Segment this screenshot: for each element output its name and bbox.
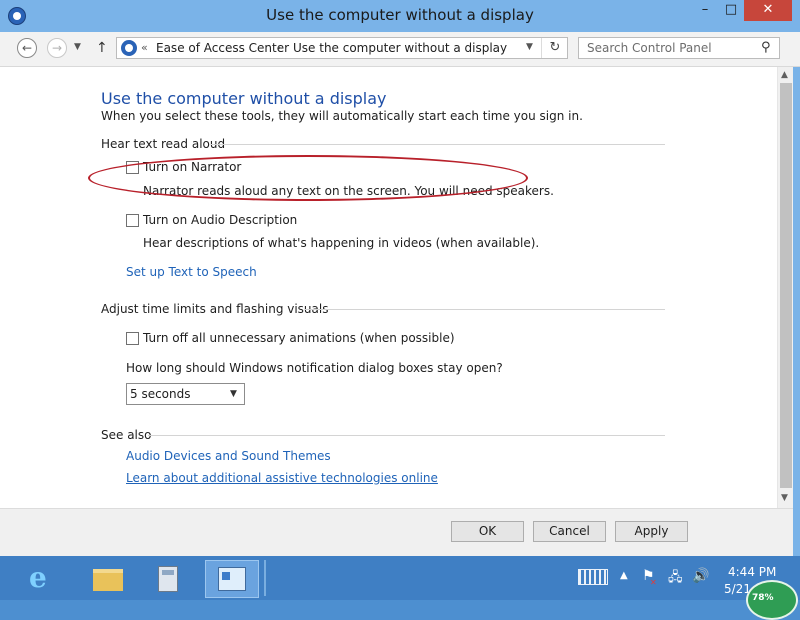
window-frame: [793, 67, 800, 556]
clock-time[interactable]: 4:44 PM: [728, 565, 776, 579]
touch-keyboard-icon[interactable]: [578, 569, 608, 585]
search-icon[interactable]: ⚲: [761, 40, 771, 55]
taskbar-calculator[interactable]: [141, 560, 195, 598]
scroll-thumb[interactable]: [780, 83, 792, 488]
file-explorer-icon: [93, 569, 123, 591]
search-box: ⚲: [578, 37, 780, 59]
section-divider: [148, 435, 665, 436]
performance-badge-text: 78%: [752, 593, 774, 603]
dialog-button-bar: OK Cancel Apply: [0, 508, 793, 557]
forward-button[interactable]: →: [47, 38, 67, 58]
vertical-scrollbar[interactable]: ▲ ▼: [777, 67, 794, 508]
search-input[interactable]: [579, 38, 757, 58]
cancel-button[interactable]: Cancel: [533, 521, 606, 542]
scroll-up-icon[interactable]: ▲: [781, 70, 788, 80]
address-field[interactable]: « Ease of Access Center › Use the comput…: [116, 37, 568, 59]
calculator-icon: [158, 566, 178, 592]
notification-duration-question: How long should Windows notification dia…: [126, 361, 503, 375]
ok-button[interactable]: OK: [451, 521, 524, 542]
breadcrumb-overflow-icon[interactable]: «: [141, 41, 148, 54]
window-title: Use the computer without a display: [266, 6, 534, 24]
section-header-see-also: See also: [101, 428, 152, 442]
main-content: Use the computer without a display When …: [0, 67, 777, 508]
animations-checkbox[interactable]: [126, 332, 139, 345]
audio-description-label[interactable]: Turn on Audio Description: [143, 213, 297, 227]
internet-explorer-icon: e: [29, 561, 47, 594]
section-header-hear-text: Hear text read aloud: [101, 137, 226, 151]
address-dropdown-icon[interactable]: ▼: [526, 42, 533, 52]
up-button[interactable]: ↑: [96, 40, 108, 56]
taskbar-control-panel[interactable]: [205, 560, 259, 598]
recent-locations-icon[interactable]: ▼: [74, 42, 81, 52]
control-panel-window: Use the computer without a display – □ ✕…: [0, 0, 800, 557]
refresh-button[interactable]: ↻: [541, 38, 568, 58]
taskbar: e ▲ ⚑ ✕ 🖧 🔊 4:44 PM 5/21 78%: [0, 556, 800, 620]
volume-icon[interactable]: 🔊: [692, 568, 709, 584]
action-center-alert-icon: ✕: [650, 578, 657, 587]
notification-duration-value: 5 seconds: [130, 387, 191, 401]
notification-duration-select[interactable]: 5 seconds ▼: [126, 383, 245, 405]
maximize-button[interactable]: □: [718, 0, 744, 21]
narrator-label[interactable]: Turn on Narrator: [143, 160, 241, 174]
animations-label[interactable]: Turn off all unnecessary animations (whe…: [143, 331, 455, 345]
taskbar-internet-explorer[interactable]: e: [17, 560, 71, 598]
page-subtitle: When you select these tools, they will a…: [101, 109, 583, 123]
address-bar: ← → ▼ ↑ « Ease of Access Center › Use th…: [0, 32, 800, 67]
narrator-checkbox[interactable]: [126, 161, 139, 174]
audio-description-description: Hear descriptions of what's happening in…: [143, 236, 540, 250]
control-panel-icon: [218, 567, 246, 591]
ease-of-access-icon: [121, 40, 137, 56]
breadcrumb-ease-of-access-center[interactable]: Ease of Access Center: [156, 41, 289, 55]
chevron-down-icon: ▼: [230, 389, 237, 399]
taskbar-divider: [264, 560, 266, 596]
show-hidden-icons-icon[interactable]: ▲: [620, 570, 628, 581]
taskbar-file-explorer[interactable]: [81, 560, 135, 598]
text-to-speech-link[interactable]: Set up Text to Speech: [126, 265, 257, 279]
audio-description-checkbox[interactable]: [126, 214, 139, 227]
title-bar[interactable]: Use the computer without a display – □ ✕: [0, 0, 800, 32]
section-divider: [305, 309, 665, 310]
breadcrumb-separator-icon[interactable]: ›: [277, 41, 281, 54]
section-divider: [211, 144, 665, 145]
breadcrumb-current-page[interactable]: Use the computer without a display: [293, 41, 507, 55]
assistive-technologies-link[interactable]: Learn about additional assistive technol…: [126, 471, 438, 485]
page-title: Use the computer without a display: [101, 89, 387, 108]
scroll-down-icon[interactable]: ▼: [781, 493, 788, 503]
section-header-time-limits: Adjust time limits and flashing visuals: [101, 302, 329, 316]
close-button[interactable]: ✕: [744, 0, 792, 21]
minimize-button[interactable]: –: [692, 0, 718, 21]
audio-devices-link[interactable]: Audio Devices and Sound Themes: [126, 449, 331, 463]
network-icon[interactable]: 🖧: [668, 568, 683, 590]
apply-button[interactable]: Apply: [615, 521, 688, 542]
back-button[interactable]: ←: [17, 38, 37, 58]
narrator-description: Narrator reads aloud any text on the scr…: [143, 184, 554, 198]
